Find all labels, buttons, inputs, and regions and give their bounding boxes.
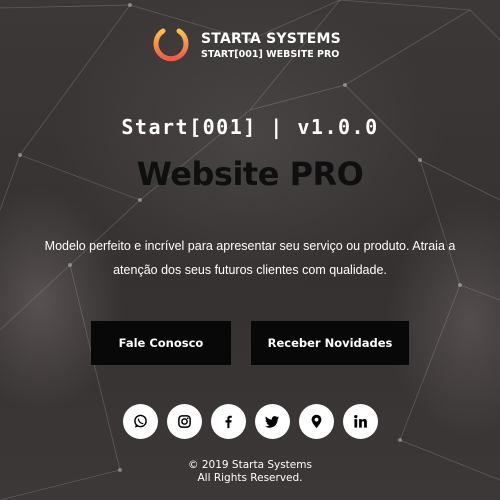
social-link-instagram[interactable] xyxy=(167,404,202,439)
social-links xyxy=(120,404,380,440)
social-link-facebook[interactable] xyxy=(211,404,246,439)
page-title: Website PRO xyxy=(136,155,364,193)
copyright-text: © 2019 Starta Systems xyxy=(188,459,312,471)
linkedin-icon xyxy=(354,415,367,428)
brand-tagline: START[001] WEBSITE PRO xyxy=(201,49,340,60)
location-pin-icon xyxy=(311,414,322,429)
brand-name: STARTA SYSTEMS xyxy=(201,31,341,47)
twitter-icon xyxy=(265,416,280,428)
footer: © 2019 Starta Systems All Rights Reserve… xyxy=(0,459,500,485)
social-link-whatsapp[interactable] xyxy=(123,404,158,439)
hero-description: Modelo perfeito e incrível para apresent… xyxy=(44,239,456,277)
contact-button[interactable]: Fale Conosco xyxy=(91,321,231,365)
rights-text: All Rights Reserved. xyxy=(197,472,303,484)
social-link-location[interactable] xyxy=(299,404,334,439)
power-icon xyxy=(153,22,189,62)
whatsapp-icon xyxy=(134,414,147,428)
social-link-twitter[interactable] xyxy=(255,404,290,439)
social-link-linkedin[interactable] xyxy=(343,404,378,439)
instagram-icon xyxy=(178,415,191,428)
version-label: Start[001] | v1.0.0 xyxy=(121,115,379,139)
brand-logo[interactable]: STARTA SYSTEMS START[001] WEBSITE PRO xyxy=(150,20,350,70)
facebook-icon xyxy=(225,415,232,429)
newsletter-button[interactable]: Receber Novidades xyxy=(251,321,409,365)
